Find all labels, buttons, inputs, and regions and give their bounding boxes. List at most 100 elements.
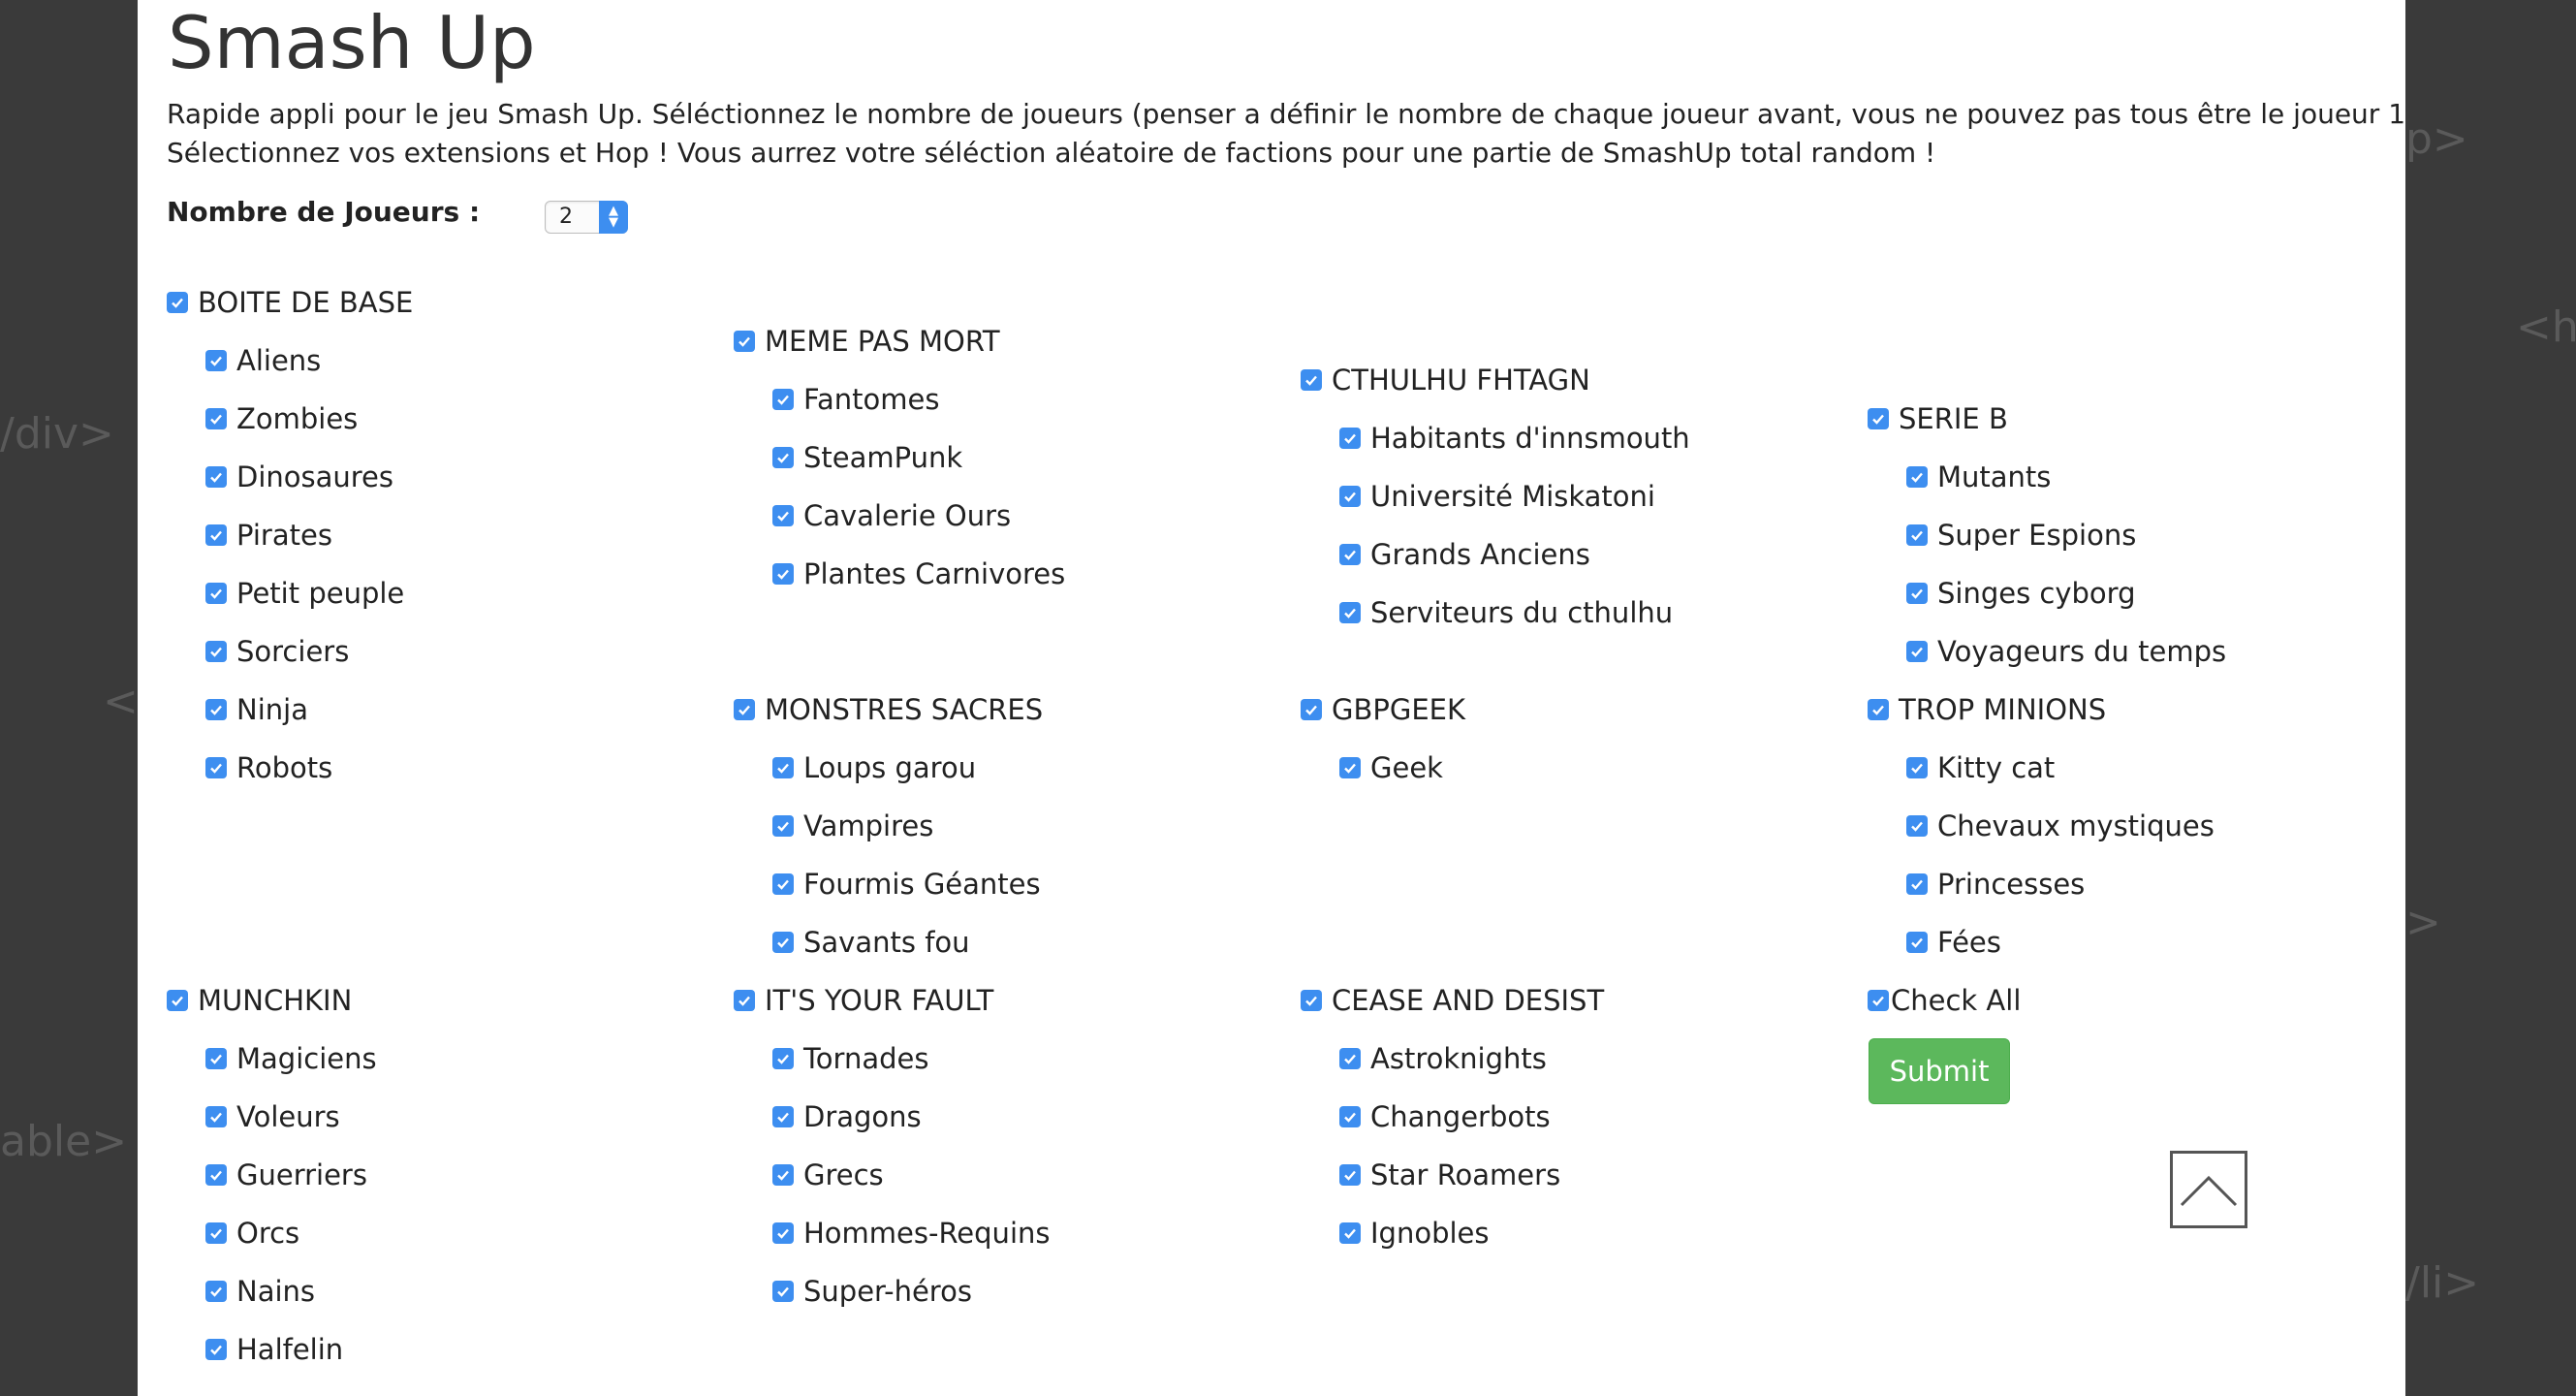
faction-checkbox[interactable]: Aliens — [167, 332, 709, 390]
faction-checkbox[interactable]: Vampires — [734, 797, 1276, 855]
group-checkbox[interactable]: SERIE B — [1868, 390, 2405, 448]
intro-line: Rapide appli pour le jeu Smash Up. Séléc… — [167, 98, 2405, 130]
faction-checkbox[interactable]: Fantomes — [734, 370, 1276, 428]
checkbox-checked-icon — [1906, 641, 1928, 662]
faction-checkbox[interactable]: Dinosaures — [167, 448, 709, 506]
group-checkbox[interactable]: MEME PAS MORT — [734, 312, 1276, 370]
faction-label: Mutants — [1937, 460, 2052, 493]
faction-checkbox[interactable]: Pirates — [167, 506, 709, 564]
faction-label: Serviteurs du cthulhu — [1370, 596, 1674, 629]
faction-label: Fantomes — [803, 383, 940, 416]
group-checkbox[interactable]: IT'S YOUR FAULT — [734, 971, 1276, 1030]
faction-label: Université Miskatoni — [1370, 480, 1655, 513]
faction-checkbox[interactable]: Cavalerie Ours — [734, 487, 1276, 545]
background-code-fragment: able> — [0, 1117, 128, 1166]
faction-label: Hommes-Requins — [803, 1217, 1051, 1250]
faction-checkbox[interactable]: SteamPunk — [734, 428, 1276, 487]
faction-label: Guerriers — [236, 1158, 367, 1191]
faction-checkbox[interactable]: Zombies — [167, 390, 709, 448]
group-checkbox[interactable]: BOITE DE BASE — [167, 273, 709, 332]
faction-checkbox[interactable]: Fées — [1868, 913, 2405, 971]
faction-checkbox[interactable]: Voleurs — [167, 1088, 709, 1146]
background-code-fragment: /div> — [0, 409, 114, 459]
group-checkbox[interactable]: MONSTRES SACRES — [734, 681, 1276, 739]
faction-checkbox[interactable]: Geek — [1301, 739, 1843, 797]
faction-label: Habitants d'innsmouth — [1370, 422, 1690, 455]
faction-checkbox[interactable]: Super Espions — [1868, 506, 2405, 564]
faction-checkbox[interactable]: Hommes-Requins — [734, 1204, 1276, 1262]
group-checkbox[interactable]: GBPGEEK — [1301, 681, 1843, 739]
checkbox-checked-icon — [1868, 699, 1889, 720]
group-label: CEASE AND DESIST — [1332, 984, 1605, 1017]
faction-checkbox[interactable]: Savants fou — [734, 913, 1276, 971]
checkbox-checked-icon — [205, 1048, 227, 1069]
faction-label: Voyageurs du temps — [1937, 635, 2227, 668]
faction-checkbox[interactable]: Ignobles — [1301, 1204, 1843, 1262]
submit-button[interactable]: Submit — [1869, 1038, 2010, 1104]
faction-checkbox[interactable]: Robots — [167, 739, 709, 797]
faction-label: Chevaux mystiques — [1937, 809, 2215, 842]
faction-checkbox[interactable]: Halfelin — [167, 1320, 709, 1379]
faction-checkbox[interactable]: Grecs — [734, 1146, 1276, 1204]
check-all-checkbox[interactable]: Check All — [1868, 971, 2405, 1030]
checkbox-checked-icon — [734, 331, 755, 352]
faction-checkbox[interactable]: Chevaux mystiques — [1868, 797, 2405, 855]
checkbox-checked-icon — [205, 1222, 227, 1244]
faction-checkbox[interactable]: Astroknights — [1301, 1030, 1843, 1088]
checkbox-checked-icon — [205, 699, 227, 720]
faction-checkbox[interactable]: Super-héros — [734, 1262, 1276, 1320]
checkbox-checked-icon — [167, 990, 188, 1011]
group-cthulhu-fhtagn: CTHULHU FHTAGN Habitants d'innsmouth Unive… — [1301, 351, 1843, 642]
faction-checkbox[interactable]: Plantes Carnivores — [734, 545, 1276, 603]
faction-checkbox[interactable]: Habitants d'innsmouth — [1301, 409, 1843, 467]
group-checkbox[interactable]: CEASE AND DESIST — [1301, 971, 1843, 1030]
checkbox-checked-icon — [167, 292, 188, 313]
faction-label: Geek — [1370, 751, 1443, 784]
faction-checkbox[interactable]: Mutants — [1868, 448, 2405, 506]
faction-checkbox[interactable]: Guerriers — [167, 1146, 709, 1204]
faction-checkbox[interactable]: Université Miskatoni — [1301, 467, 1843, 525]
faction-checkbox[interactable]: Petit peuple — [167, 564, 709, 622]
checkbox-checked-icon — [772, 932, 794, 953]
checkbox-checked-icon — [205, 1106, 227, 1127]
group-checkbox[interactable]: CTHULHU FHTAGN — [1301, 351, 1843, 409]
faction-label: Dragons — [803, 1100, 922, 1133]
faction-checkbox[interactable]: Loups garou — [734, 739, 1276, 797]
intro-line: Sélectionnez vos extensions et Hop ! Vou… — [167, 137, 1936, 169]
faction-checkbox[interactable]: Serviteurs du cthulhu — [1301, 584, 1843, 642]
checkbox-checked-icon — [1906, 757, 1928, 778]
faction-checkbox[interactable]: Fourmis Géantes — [734, 855, 1276, 913]
faction-checkbox[interactable]: Princesses — [1868, 855, 2405, 913]
checkbox-checked-icon — [205, 757, 227, 778]
faction-checkbox[interactable]: Grands Anciens — [1301, 525, 1843, 584]
checkbox-checked-icon — [1301, 990, 1322, 1011]
players-label: Nombre de Joueurs : — [167, 196, 481, 228]
group-checkbox[interactable]: MUNCHKIN — [167, 971, 709, 1030]
faction-label: Kitty cat — [1937, 751, 2056, 784]
background-code-fragment: /li> — [2405, 1258, 2480, 1308]
checkbox-checked-icon — [205, 1281, 227, 1302]
scroll-to-top-button[interactable] — [2170, 1151, 2247, 1228]
faction-checkbox[interactable]: Ninja — [167, 681, 709, 739]
faction-checkbox[interactable]: Orcs — [167, 1204, 709, 1262]
faction-checkbox[interactable]: Changerbots — [1301, 1088, 1843, 1146]
players-select[interactable]: 2 ▲ ▼ — [545, 201, 628, 234]
faction-checkbox[interactable]: Star Roamers — [1301, 1146, 1843, 1204]
background-code-fragment: > — [2405, 898, 2441, 947]
group-checkbox[interactable]: TROP MINIONS — [1868, 681, 2405, 739]
group-gbpgeek: GBPGEEK Geek — [1301, 681, 1843, 797]
faction-checkbox[interactable]: Voyageurs du temps — [1868, 622, 2405, 681]
faction-checkbox[interactable]: Tornades — [734, 1030, 1276, 1088]
faction-checkbox[interactable]: Sorciers — [167, 622, 709, 681]
checkbox-checked-icon — [772, 1106, 794, 1127]
faction-checkbox[interactable]: Nains — [167, 1262, 709, 1320]
checkbox-checked-icon — [772, 1281, 794, 1302]
checkbox-checked-icon — [1339, 1106, 1361, 1127]
faction-checkbox[interactable]: Singes cyborg — [1868, 564, 2405, 622]
group-label: CTHULHU FHTAGN — [1332, 364, 1590, 397]
faction-checkbox[interactable]: Magiciens — [167, 1030, 709, 1088]
faction-label: Plantes Carnivores — [803, 557, 1066, 590]
group-label: MUNCHKIN — [198, 984, 353, 1017]
faction-checkbox[interactable]: Dragons — [734, 1088, 1276, 1146]
faction-checkbox[interactable]: Kitty cat — [1868, 739, 2405, 797]
